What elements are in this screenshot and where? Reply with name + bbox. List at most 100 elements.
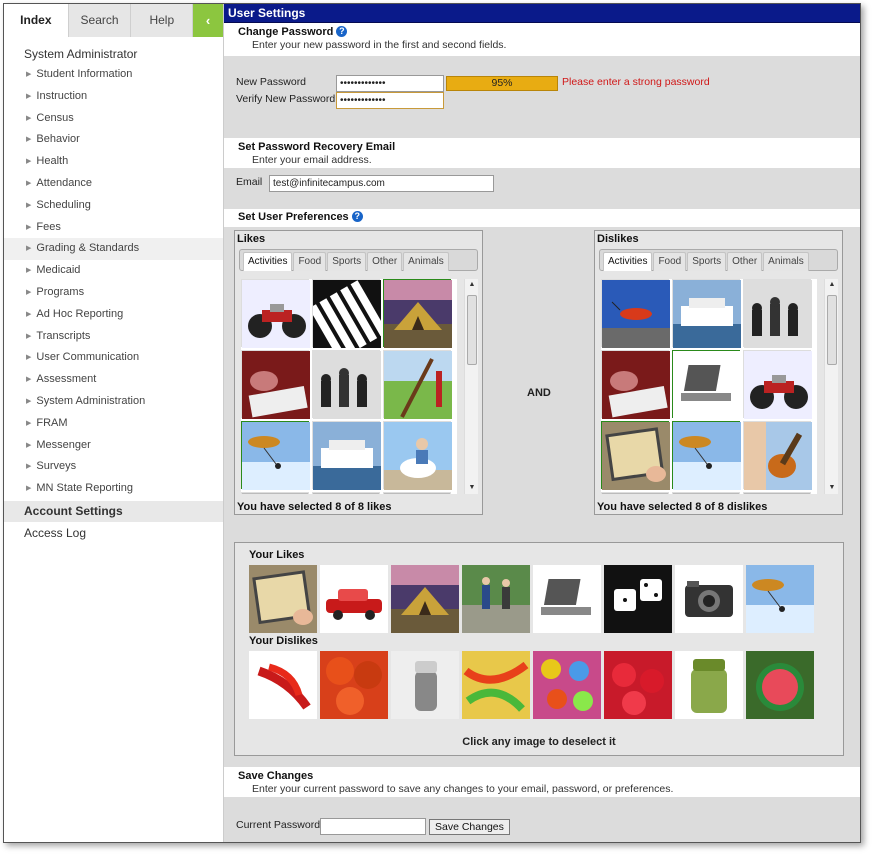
sidebar-item-transcripts[interactable]: ▶ Transcripts (4, 326, 223, 348)
sidebar-item-account-settings[interactable]: Account Settings (4, 500, 223, 522)
scroll-up-icon[interactable]: ▲ (465, 279, 479, 291)
tab-other[interactable]: Other (727, 252, 763, 271)
sidebar-item-attendance[interactable]: ▶ Attendance (4, 173, 223, 195)
sidebar-item-student-information[interactable]: ▶ Student Information (4, 64, 223, 86)
tab-sports[interactable]: Sports (327, 252, 367, 271)
parachute-image[interactable] (672, 421, 741, 490)
chess-pieces-image[interactable] (312, 350, 381, 419)
current-password-input[interactable] (320, 818, 426, 835)
sidebar-item-programs[interactable]: ▶ Programs (4, 282, 223, 304)
sidebar-item-medicaid[interactable]: ▶ Medicaid (4, 260, 223, 282)
tab-index[interactable]: Index (4, 4, 69, 37)
sidebar-item-user-communication[interactable]: ▶ User Communication (4, 347, 223, 369)
tab-animals[interactable]: Animals (763, 252, 809, 271)
cruise-ship-image[interactable] (312, 421, 381, 490)
horse-rider-image[interactable] (383, 421, 452, 490)
sidebar-item-fram[interactable]: ▶ FRAM (4, 413, 223, 435)
scroll-thumb[interactable] (827, 295, 837, 365)
tab-activities[interactable]: Activities (603, 252, 653, 271)
tab-food[interactable]: Food (653, 252, 687, 271)
tablet-image[interactable] (249, 565, 317, 633)
help-icon[interactable]: ? (336, 26, 348, 37)
sidebar-item-census[interactable]: ▶ Census (4, 108, 223, 130)
chili-peppers-image[interactable] (249, 651, 317, 719)
classic-car-image[interactable] (320, 565, 388, 633)
fishing-fly-image[interactable] (601, 279, 670, 348)
chess-pieces-image[interactable] (743, 279, 812, 348)
more-image[interactable] (312, 492, 380, 494)
pickle-jar-image[interactable] (675, 651, 743, 719)
password-warning: Please enter a strong password (562, 76, 710, 88)
sidebar-item-assessment[interactable]: ▶ Assessment (4, 369, 223, 391)
chevron-right-icon: ▶ (26, 245, 32, 253)
pepper-shaker-image[interactable] (391, 651, 459, 719)
sidebar-item-ad-hoc-reporting[interactable]: ▶ Ad Hoc Reporting (4, 304, 223, 326)
sidebar-item-instruction[interactable]: ▶ Instruction (4, 86, 223, 108)
email-input[interactable]: test@infinitecampus.com (269, 175, 494, 192)
camera-image[interactable] (675, 565, 743, 633)
tab-activities[interactable]: Activities (243, 252, 293, 271)
runners-image[interactable] (462, 565, 530, 633)
sidebar-item-health[interactable]: ▶ Health (4, 151, 223, 173)
sidebar-item-mn-state-reporting[interactable]: ▶ MN State Reporting (4, 478, 223, 500)
sidebar-item-fees[interactable]: ▶ Fees (4, 217, 223, 239)
tent-image[interactable] (391, 565, 459, 633)
tab-other[interactable]: Other (367, 252, 403, 271)
sidebar-item-behavior[interactable]: ▶ Behavior (4, 129, 223, 151)
more-image[interactable] (601, 492, 669, 494)
more-image[interactable] (743, 492, 811, 494)
chevron-right-icon: ▶ (26, 114, 32, 122)
collapse-sidebar-icon[interactable]: ‹ (193, 4, 223, 37)
sidebar-item-label: Grading & Standards (36, 242, 140, 255)
parachute-image[interactable] (241, 421, 310, 490)
gummy-worms-image[interactable] (462, 651, 530, 719)
parachute-image[interactable] (746, 565, 814, 633)
dislikes-scrollbar[interactable]: ▲ ▼ (824, 279, 838, 494)
tablet-image[interactable] (601, 421, 670, 490)
verify-password-input[interactable]: ••••••••••••• (336, 92, 444, 109)
chevron-right-icon: ▶ (26, 288, 32, 296)
change-password-header: Change Password? Enter your new password… (224, 23, 860, 56)
strawberries-image[interactable] (604, 651, 672, 719)
watermelon-image[interactable] (746, 651, 814, 719)
tab-food[interactable]: Food (293, 252, 327, 271)
likes-scrollbar[interactable]: ▲ ▼ (464, 279, 478, 494)
tent-image[interactable] (383, 279, 452, 348)
tab-sports[interactable]: Sports (687, 252, 727, 271)
sidebar-item-system-administration[interactable]: ▶ System Administration (4, 391, 223, 413)
cruise-ship-image[interactable] (672, 279, 741, 348)
sidebar-item-scheduling[interactable]: ▶ Scheduling (4, 195, 223, 217)
motorcycle-image[interactable] (241, 279, 310, 348)
dice-image[interactable] (604, 565, 672, 633)
scroll-down-icon[interactable]: ▼ (825, 482, 839, 494)
sidebar-item-surveys[interactable]: ▶ Surveys (4, 456, 223, 478)
recovery-email-instructions: Enter your email address. (252, 154, 372, 166)
sidebar-item-messenger[interactable]: ▶ Messenger (4, 435, 223, 457)
more-image[interactable] (672, 492, 740, 494)
chevron-right-icon: ▶ (26, 441, 32, 449)
sidebar-item-grading-standards[interactable]: ▶ Grading & Standards (4, 238, 223, 261)
new-password-input[interactable]: ••••••••••••• (336, 75, 444, 92)
tab-search[interactable]: Search (68, 4, 132, 37)
save-changes-button[interactable]: Save Changes (429, 819, 510, 835)
tab-animals[interactable]: Animals (403, 252, 449, 271)
motorcycle-image[interactable] (743, 350, 812, 419)
reading-book-image[interactable] (601, 350, 670, 419)
scroll-thumb[interactable] (467, 295, 477, 365)
candies-image[interactable] (533, 651, 601, 719)
archery-image[interactable] (383, 350, 452, 419)
tab-help[interactable]: Help (131, 4, 194, 37)
reading-book-image[interactable] (241, 350, 310, 419)
more-image[interactable] (383, 492, 451, 494)
piano-keys-image[interactable] (309, 279, 388, 361)
guitar-image[interactable] (743, 421, 812, 490)
your-likes-title: Your Likes (249, 549, 305, 561)
tomatoes-image[interactable] (320, 651, 388, 719)
laptop-image[interactable] (672, 350, 741, 419)
scroll-up-icon[interactable]: ▲ (825, 279, 839, 291)
scroll-down-icon[interactable]: ▼ (465, 482, 479, 494)
sidebar-item-access-log[interactable]: Access Log (4, 522, 223, 544)
laptop-image[interactable] (533, 565, 601, 633)
more-image[interactable] (241, 492, 309, 494)
help-icon[interactable]: ? (351, 211, 363, 222)
